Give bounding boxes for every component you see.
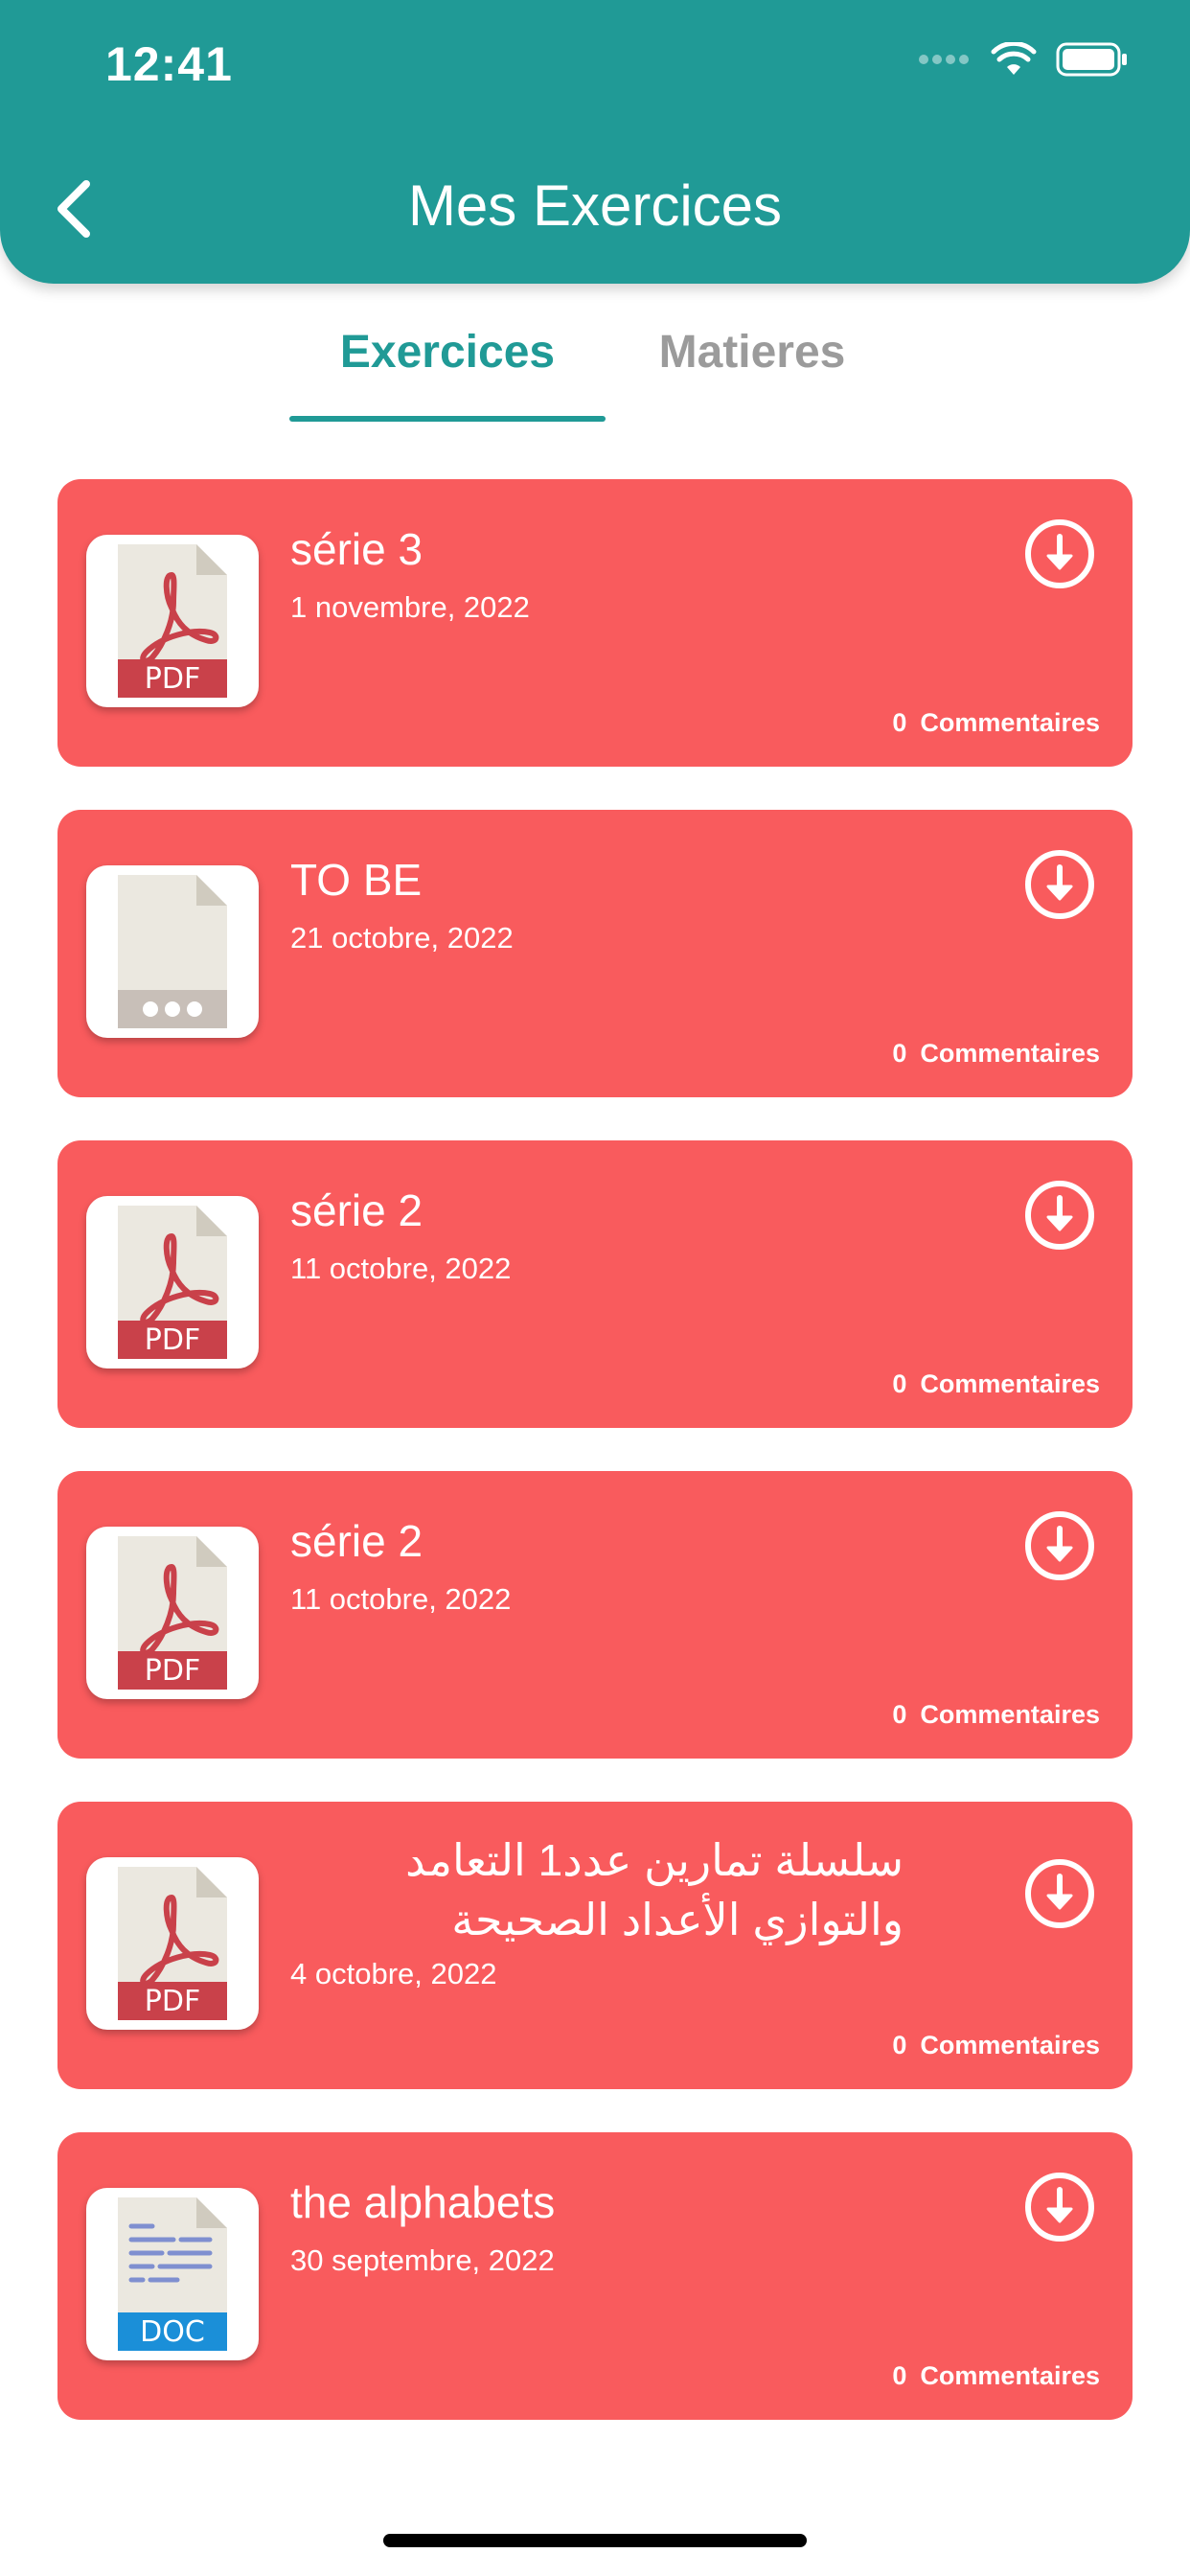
exercise-title: série 3 (290, 524, 423, 574)
tab-exercices[interactable]: Exercices (289, 326, 606, 422)
comments-count: 0 Commentaires (892, 1369, 1100, 1398)
comments-count: 0 Commentaires (892, 1039, 1100, 1068)
active-tab-indicator (289, 416, 606, 422)
home-indicator[interactable] (383, 2534, 807, 2547)
exercise-title: TO BE (290, 855, 423, 905)
svg-text:PDF: PDF (145, 1985, 200, 2018)
svg-text:PDF: PDF (145, 662, 200, 696)
tab-matieres[interactable]: Matieres (632, 326, 872, 422)
exercise-date: 11 octobre, 2022 (290, 1252, 512, 1285)
exercise-date: 4 octobre, 2022 (290, 1957, 497, 1990)
comments-count: 0 Commentaires (892, 2031, 1100, 2059)
battery-icon (1056, 42, 1127, 77)
pdf-file-icon: PDF (86, 1527, 259, 1699)
generic-file-icon (86, 865, 259, 1038)
comments-count: 0 Commentaires (892, 2361, 1100, 2390)
exercise-card[interactable]: PDF série 2 11 octobre, 2022 0 Commentair… (57, 1471, 1133, 1759)
exercise-card[interactable]: PDF série 2 11 octobre, 2022 0 Commentair… (57, 1140, 1133, 1428)
svg-text:DOC: DOC (140, 2315, 205, 2349)
comments-count: 0 Commentaires (892, 1700, 1100, 1729)
svg-text:PDF: PDF (145, 1323, 200, 1357)
pdf-file-icon: PDF (86, 535, 259, 707)
wifi-icon (991, 42, 1037, 75)
exercise-title: série 2 (290, 1516, 423, 1566)
pdf-file-icon: PDF (86, 1196, 259, 1368)
download-icon (1025, 2173, 1094, 2242)
comments-count: 0 Commentaires (892, 708, 1100, 737)
download-icon (1025, 850, 1094, 919)
svg-text:PDF: PDF (145, 1654, 200, 1688)
exercise-card[interactable]: PDF سلسلة تمارين عدد1 التعامد والتوازي ا… (57, 1802, 1133, 2089)
exercise-date: 21 octobre, 2022 (290, 921, 514, 954)
exercise-date: 1 novembre, 2022 (290, 590, 530, 624)
exercise-card[interactable]: TO BE 21 octobre, 2022 0 Commentaires (57, 810, 1133, 1097)
download-icon (1025, 1511, 1094, 1580)
page-title: Mes Exercices (407, 173, 783, 238)
status-icons (918, 42, 1129, 77)
exercise-title: سلسلة تمارين عدد1 التعامد والتوازي الأعد… (405, 1835, 904, 1944)
download-button[interactable] (1023, 518, 1096, 590)
download-icon (1025, 519, 1094, 588)
exercise-date: 30 septembre, 2022 (290, 2243, 555, 2277)
cellular-signal-icon (919, 55, 969, 64)
download-button[interactable] (1023, 848, 1096, 921)
download-button[interactable] (1023, 1857, 1096, 1930)
exercise-card[interactable]: PDF série 3 1 novembre, 2022 0 Commentair… (57, 479, 1133, 767)
download-icon (1025, 1181, 1094, 1250)
download-button[interactable] (1023, 1179, 1096, 1252)
exercise-title: série 2 (290, 1185, 423, 1235)
app-screen: 12:41 Mes Exercices Exercices Matieres P… (0, 0, 1190, 2576)
exercise-card[interactable]: DOC the alphabets 30 septembre, 2022 0 Co… (57, 2132, 1133, 2420)
exercise-date: 11 octobre, 2022 (290, 1582, 512, 1616)
exercise-title: the alphabets (290, 2177, 556, 2227)
download-icon (1025, 1859, 1094, 1928)
download-button[interactable] (1023, 1509, 1096, 1582)
download-button[interactable] (1023, 2171, 1096, 2243)
status-time: 12:41 (105, 37, 233, 91)
doc-file-icon: DOC (86, 2188, 259, 2360)
app-header: 12:41 Mes Exercices (0, 0, 1190, 284)
tab-bar: Exercices Matieres (0, 307, 1190, 422)
pdf-file-icon: PDF (86, 1857, 259, 2030)
